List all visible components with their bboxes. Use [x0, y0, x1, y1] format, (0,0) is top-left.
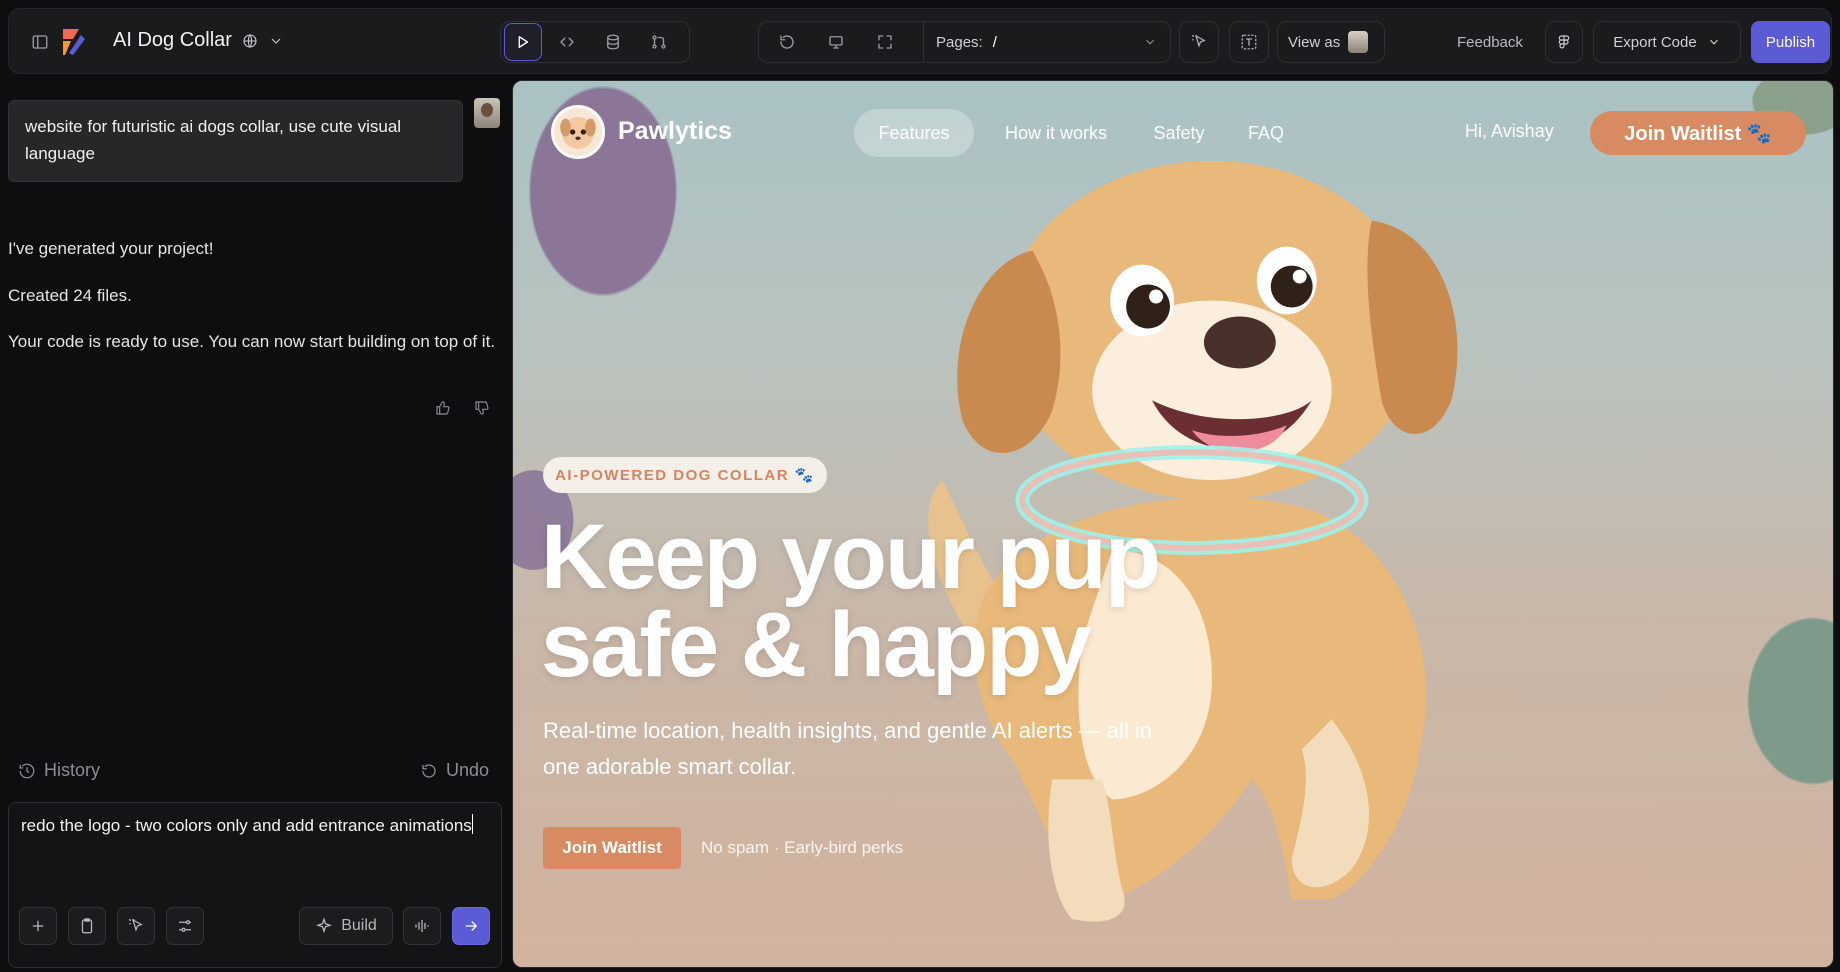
- text-caret: [471, 814, 473, 834]
- preview-play-icon[interactable]: [504, 23, 542, 61]
- site-preview[interactable]: Pawlytics Features How it works Safety F…: [512, 80, 1834, 968]
- sparkle-icon: [316, 917, 333, 934]
- nav-how-it-works[interactable]: How it works: [991, 109, 1121, 157]
- export-code-button[interactable]: Export Code: [1593, 21, 1741, 63]
- fullscreen-icon[interactable]: [868, 25, 902, 59]
- publish-button[interactable]: Publish: [1751, 21, 1830, 63]
- nav-features[interactable]: Features: [854, 109, 974, 157]
- undo-icon: [422, 763, 436, 778]
- history-button[interactable]: History: [18, 760, 100, 781]
- database-icon[interactable]: [596, 25, 630, 59]
- code-icon[interactable]: [550, 25, 584, 59]
- top-bar: AI Dog Collar Pages: / View as Feedback …: [8, 8, 1832, 74]
- thumbs-down-icon[interactable]: [474, 400, 496, 422]
- select-element-button[interactable]: [117, 907, 155, 945]
- history-label: History: [44, 760, 101, 780]
- chat-composer[interactable]: redo the logo - two colors only and add …: [8, 802, 502, 968]
- chevron-down-icon: [1146, 39, 1154, 45]
- voice-input-button[interactable]: [403, 907, 441, 945]
- avatar: [1348, 31, 1369, 53]
- app-logo[interactable]: [59, 27, 87, 57]
- settings-button[interactable]: [166, 907, 204, 945]
- pointer-select-icon: [128, 918, 143, 932]
- chevron-down-icon[interactable]: [268, 33, 284, 49]
- project-title-text: AI Dog Collar: [113, 29, 232, 51]
- feedback-link[interactable]: Feedback: [1457, 21, 1523, 63]
- build-label: Build: [341, 917, 377, 934]
- send-button[interactable]: [452, 907, 490, 945]
- view-as-button[interactable]: View as: [1277, 21, 1385, 63]
- join-waitlist-button[interactable]: Join Waitlist 🐾: [1590, 111, 1806, 155]
- user-avatar: [474, 98, 500, 128]
- select-element-button[interactable]: [1179, 21, 1219, 63]
- mode-toolbar: [500, 21, 690, 63]
- plus-icon: [32, 920, 44, 932]
- pages-label: Pages:: [936, 33, 983, 51]
- globe-icon: [243, 33, 257, 48]
- chat-panel: website for futuristic ai dogs collar, u…: [0, 82, 512, 972]
- user-prompt: website for futuristic ai dogs collar, u…: [8, 100, 463, 182]
- refresh-icon[interactable]: [770, 25, 804, 59]
- build-button[interactable]: Build: [299, 907, 393, 945]
- brand-name[interactable]: Pawlytics: [618, 117, 732, 146]
- undo-button[interactable]: Undo: [420, 760, 489, 781]
- headline-line-2: safe & happy: [541, 594, 1092, 696]
- arrow-right-icon: [465, 921, 478, 931]
- sidebar-toggle-icon[interactable]: [23, 25, 57, 59]
- audio-waveform-icon: [415, 920, 429, 932]
- desktop-icon[interactable]: [819, 25, 853, 59]
- product-badge: AI-POWERED DOG COLLAR 🐾: [543, 457, 827, 493]
- figma-button[interactable]: [1545, 21, 1583, 63]
- nav-safety[interactable]: Safety: [1139, 109, 1219, 157]
- brand-logo[interactable]: [551, 105, 605, 159]
- composer-input[interactable]: redo the logo - two colors only and add …: [21, 813, 491, 839]
- join-waitlist-cta[interactable]: Join Waitlist: [543, 827, 681, 869]
- undo-label: Undo: [446, 760, 490, 780]
- sliders-icon: [179, 920, 191, 932]
- pages-value: /: [992, 33, 997, 51]
- hero-headline: Keep your pup safe & happy: [541, 506, 1161, 696]
- figma-icon: [1558, 35, 1570, 49]
- thumbs-up-icon[interactable]: [435, 400, 457, 422]
- user-greeting: Hi, Avishay: [1465, 121, 1554, 141]
- history-icon: [19, 763, 35, 778]
- headline-line-1: Keep your pup: [541, 506, 1161, 608]
- assistant-message: Created 24 files.: [8, 286, 132, 305]
- export-code-label: Export Code: [1613, 33, 1697, 51]
- assistant-message: I've generated your project!: [8, 239, 214, 258]
- hero-subtitle: Real-time location, health insights, and…: [543, 718, 1152, 779]
- pointer-select-icon: [1191, 34, 1206, 48]
- git-branch-icon[interactable]: [642, 25, 676, 59]
- project-title[interactable]: AI Dog Collar: [113, 29, 284, 52]
- clipboard-icon: [81, 918, 93, 934]
- text-tool-icon: [1241, 34, 1257, 50]
- chevron-down-icon: [1709, 39, 1718, 45]
- composer-text: redo the logo - two colors only and add …: [21, 816, 472, 835]
- clipboard-button[interactable]: [68, 907, 106, 945]
- pages-select[interactable]: Pages: /: [923, 21, 1169, 63]
- add-attachment-button[interactable]: [19, 907, 57, 945]
- perks-note: No spam · Early-bird perks: [701, 838, 904, 857]
- assistant-message: Your code is ready to use. You can now s…: [8, 332, 496, 351]
- view-as-label: View as: [1288, 33, 1341, 51]
- edit-text-button[interactable]: [1229, 21, 1269, 63]
- nav-faq[interactable]: FAQ: [1231, 109, 1301, 157]
